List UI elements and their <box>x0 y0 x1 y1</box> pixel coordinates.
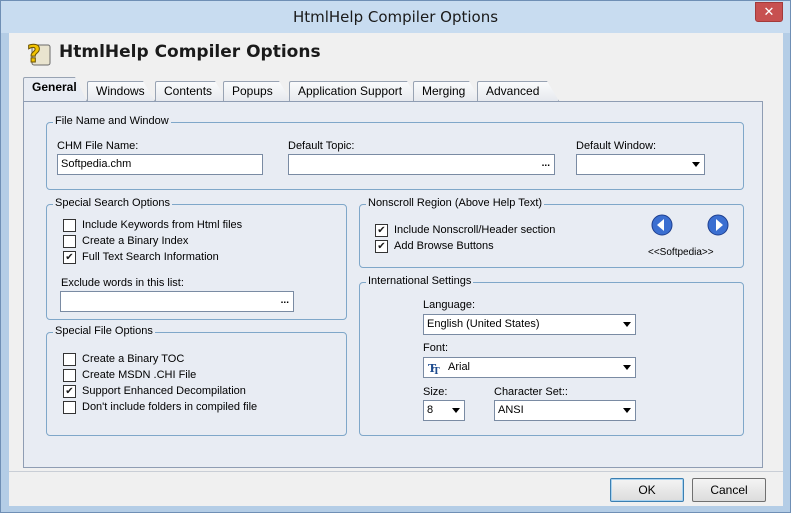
svg-text:?: ? <box>27 40 41 67</box>
checkbox-label: Include Nonscroll/Header section <box>394 224 556 236</box>
group-label: File Name and Window <box>53 115 171 127</box>
browse-caption: <<Softpedia>> <box>648 247 714 258</box>
tab-advanced[interactable]: Advanced <box>477 81 559 101</box>
cancel-button[interactable]: Cancel <box>692 478 766 502</box>
special-search-group: Special Search Options Include Keywords … <box>46 197 347 320</box>
chevron-down-icon <box>452 408 460 413</box>
tab-windows[interactable]: Windows <box>87 81 155 101</box>
default-window-label: Default Window: <box>576 140 657 152</box>
checkbox-box[interactable] <box>63 235 76 248</box>
international-settings-group: International Settings Language: English… <box>359 275 744 436</box>
check-icon[interactable]: ✔ <box>375 224 388 237</box>
tab-contents[interactable]: Contents <box>155 81 227 101</box>
checkbox-label: Don't include folders in compiled file <box>82 401 258 413</box>
chm-file-name-label: CHM File Name: <box>57 140 139 152</box>
size-label: Size: <box>423 386 448 398</box>
file-name-window-group: File Name and Window CHM File Name: Soft… <box>46 115 744 190</box>
character-set-select[interactable]: ANSI <box>494 400 636 421</box>
check-icon[interactable]: ✔ <box>375 240 388 253</box>
checkbox-label: Create a Binary TOC <box>82 353 185 365</box>
font-label: Font: <box>423 342 449 354</box>
close-button[interactable]: ✕ <box>755 2 783 22</box>
checkbox-box[interactable] <box>63 401 76 414</box>
question-mark-icon: ? <box>27 40 51 67</box>
check-icon[interactable]: ✔ <box>63 385 76 398</box>
checkbox-box[interactable] <box>63 219 76 232</box>
checkbox-label: Add Browse Buttons <box>394 240 494 252</box>
checkbox-label: Include Keywords from Html files <box>82 219 243 231</box>
checkbox-label: Full Text Search Information <box>82 251 219 263</box>
tab-general[interactable]: General <box>23 77 87 101</box>
chm-file-name-input[interactable]: Softpedia.chm <box>57 154 263 175</box>
general-tab-panel: File Name and Window CHM File Name: Soft… <box>23 101 763 468</box>
checkbox-label: Support Enhanced Decompilation <box>82 385 246 397</box>
tab-application-support[interactable]: Application Support <box>289 81 419 101</box>
font-value: Arial <box>448 361 471 373</box>
default-window-select[interactable] <box>576 154 705 175</box>
exclude-words-input[interactable]: ... <box>60 291 294 312</box>
browse-previous-icon <box>651 214 673 236</box>
group-label: Special File Options <box>53 325 155 337</box>
default-topic-input[interactable]: ... <box>288 154 555 175</box>
special-file-options-group: Special File Options Create a Binary TOC… <box>46 325 347 436</box>
character-set-value: ANSI <box>498 404 524 416</box>
title-bar[interactable]: HtmlHelp Compiler Options ✕ <box>1 1 790 33</box>
group-label: Nonscroll Region (Above Help Text) <box>366 197 545 209</box>
chevron-down-icon <box>623 408 631 413</box>
size-select[interactable]: 8 <box>423 400 465 421</box>
check-icon[interactable]: ✔ <box>63 251 76 264</box>
footer-separator <box>9 471 783 472</box>
checkbox-label: Create MSDN .CHI File <box>82 369 197 381</box>
ok-button[interactable]: OK <box>610 478 684 502</box>
chevron-down-icon <box>692 162 700 167</box>
dialog-header: ? HtmlHelp Compiler Options <box>9 33 783 73</box>
checkbox-box[interactable] <box>63 353 76 366</box>
size-value: 8 <box>427 404 434 416</box>
dialog-window: HtmlHelp Compiler Options ✕ ? HtmlHelp C… <box>0 0 791 513</box>
font-select[interactable]: T T Arial <box>423 357 636 378</box>
chevron-down-icon <box>623 322 631 327</box>
default-topic-label: Default Topic: <box>288 140 355 152</box>
character-set-label: Character Set:: <box>494 386 568 398</box>
truetype-icon: T T <box>428 362 440 375</box>
checkbox-box[interactable] <box>63 369 76 382</box>
nonscroll-region-group: Nonscroll Region (Above Help Text) ✔ Inc… <box>359 197 744 268</box>
language-label: Language: <box>423 299 475 311</box>
language-select[interactable]: English (United States) <box>423 314 636 335</box>
browse-exclude-button[interactable]: ... <box>281 292 289 309</box>
browse-next-icon <box>707 214 729 236</box>
chevron-down-icon <box>623 365 631 370</box>
tab-merging[interactable]: Merging <box>413 81 481 101</box>
exclude-words-label: Exclude words in this list: <box>61 277 184 289</box>
dialog-heading: HtmlHelp Compiler Options <box>59 42 321 62</box>
browse-topic-button[interactable]: ... <box>542 155 550 172</box>
dialog-client: ? HtmlHelp Compiler Options General Wind… <box>9 33 783 506</box>
group-label: Special Search Options <box>53 197 172 209</box>
svg-text:T: T <box>433 367 440 375</box>
tab-popups[interactable]: Popups <box>223 81 291 101</box>
group-label: International Settings <box>366 275 474 287</box>
language-value: English (United States) <box>427 318 540 330</box>
checkbox-label: Create a Binary Index <box>82 235 189 247</box>
window-title: HtmlHelp Compiler Options <box>292 8 499 26</box>
